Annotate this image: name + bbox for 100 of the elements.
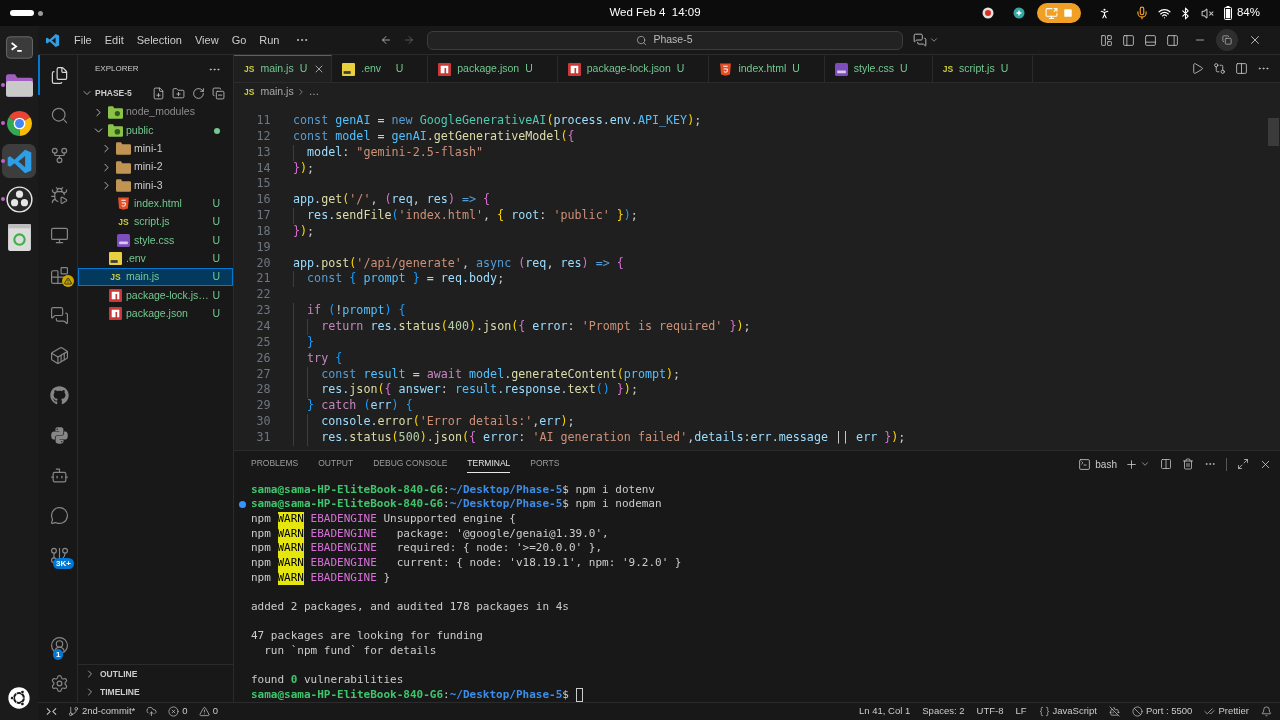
- npm-package-icon: [567, 62, 581, 76]
- record-icon[interactable]: [981, 7, 994, 19]
- split-terminal-icon[interactable]: [1160, 458, 1172, 470]
- panel-left-icon[interactable]: [1122, 33, 1135, 47]
- file-tree-item[interactable]: package-lock.js… U: [78, 286, 233, 305]
- maximize-icon[interactable]: [1237, 458, 1249, 470]
- command-center-search[interactable]: Phase-5: [426, 30, 903, 50]
- activity-bar-item[interactable]: 3K+: [38, 535, 78, 575]
- activity-bar-item[interactable]: 1: [38, 626, 78, 664]
- folder-tree-item[interactable]: node_modules: [78, 103, 233, 122]
- ring-logo-icon[interactable]: [8, 687, 30, 709]
- editor-tab[interactable]: JS script.js U: [932, 55, 1034, 82]
- new-file-icon[interactable]: [152, 86, 165, 100]
- status-bar-item[interactable]: UTF-8: [976, 704, 1004, 719]
- folder-tree-item[interactable]: mini-3: [78, 176, 233, 195]
- panel-tab[interactable]: PORTS: [530, 455, 560, 473]
- battery-percentage[interactable]: 84%: [1236, 4, 1260, 22]
- folder-tree-item[interactable]: public: [78, 121, 233, 140]
- battery-icon[interactable]: [1223, 6, 1232, 20]
- layout-icon[interactable]: [1100, 33, 1113, 47]
- file-tree-item[interactable]: JS script.js U: [78, 213, 233, 232]
- status-bar-item[interactable]: JavaScript: [1038, 704, 1097, 719]
- collapsed-section-header[interactable]: TIMELINE: [78, 683, 233, 701]
- add-icon[interactable]: [1125, 457, 1138, 471]
- split-editor-icon[interactable]: [1235, 62, 1248, 75]
- workspace-folder-header[interactable]: PHASE-5: [81, 86, 132, 100]
- close-icon[interactable]: [1248, 33, 1262, 47]
- code-editor-logo-icon: [45, 32, 60, 48]
- line-number: 19: [256, 239, 271, 256]
- menu-item[interactable]: Edit: [98, 29, 130, 51]
- status-bar-item[interactable]: [1108, 706, 1120, 717]
- chat-icon[interactable]: [912, 33, 927, 47]
- terminal-icon: [1078, 457, 1092, 471]
- caret-icon[interactable]: [928, 35, 939, 45]
- plus-circle-icon[interactable]: [1012, 7, 1025, 19]
- muted-speaker-icon[interactable]: [1200, 6, 1214, 20]
- folder-tree-item[interactable]: mini-2: [78, 158, 233, 177]
- terminal-profile-button[interactable]: bash: [1078, 456, 1117, 472]
- editor-tab[interactable]: package-lock.json U: [557, 55, 710, 82]
- file-tree-item[interactable]: style.css U: [78, 231, 233, 250]
- status-letter: U: [212, 269, 220, 285]
- code-line: app.get('/', (req, res) => {: [293, 192, 491, 209]
- file-tree-item[interactable]: JS main.js U: [78, 268, 233, 287]
- refresh-icon[interactable]: [192, 86, 205, 100]
- dock-launcher[interactable]: [2, 144, 36, 178]
- compare-icon[interactable]: [1213, 62, 1226, 75]
- menu-item[interactable]: View: [188, 29, 225, 51]
- file-tree-item[interactable]: package.json U: [78, 304, 233, 324]
- file-tree-item[interactable]: .env U: [78, 249, 233, 269]
- file-tree-item[interactable]: index.html U: [78, 194, 233, 214]
- html-file-icon: [719, 62, 733, 76]
- code-line: const result = await model.generateContent(prompt);: [293, 366, 681, 383]
- status-bar-item[interactable]: 0: [168, 704, 188, 719]
- menu-item[interactable]: File: [68, 29, 98, 51]
- status-bar-item[interactable]: [46, 706, 57, 717]
- panel-tab[interactable]: PROBLEMS: [251, 455, 299, 473]
- panel-tab[interactable]: OUTPUT: [318, 455, 354, 473]
- status-bar-item[interactable]: 0: [198, 704, 218, 719]
- code-line: if (!prompt) {: [293, 303, 406, 319]
- line-number: 11: [256, 113, 271, 129]
- scrollbar-thumb[interactable]: [1268, 118, 1279, 146]
- status-bar-item[interactable]: [146, 706, 158, 717]
- no-entry-icon: [1131, 706, 1143, 717]
- editor-tab[interactable]: JS main.js U: [234, 55, 333, 82]
- panel-tab[interactable]: TERMINAL: [467, 455, 511, 473]
- microphone-icon[interactable]: [1134, 6, 1149, 20]
- play-icon[interactable]: [1191, 62, 1204, 75]
- emblem-folder-icon: [108, 124, 123, 137]
- status-bar-item[interactable]: [1261, 706, 1272, 717]
- new-folder-icon[interactable]: [172, 86, 185, 100]
- caret-icon[interactable]: [1140, 459, 1150, 469]
- panel-bottom-icon[interactable]: [1144, 33, 1157, 47]
- workspace-indicator-icon[interactable]: [10, 10, 34, 16]
- breadcrumb-item[interactable]: main.js: [260, 84, 294, 100]
- editor-tab[interactable]: style.css U: [824, 55, 933, 82]
- back-arrow-icon[interactable]: [379, 34, 392, 46]
- editor-tab[interactable]: index.html U: [709, 55, 825, 82]
- editor-tab[interactable]: package.json U: [428, 55, 558, 82]
- status-bar-item[interactable]: 2nd-commit*: [68, 704, 136, 719]
- collapsed-section-header[interactable]: OUTLINE: [78, 665, 233, 683]
- trash-icon[interactable]: [1182, 458, 1194, 470]
- menu-item[interactable]: Selection: [130, 29, 188, 51]
- restore-button[interactable]: [1216, 29, 1238, 51]
- menu-item[interactable]: Run: [253, 29, 286, 51]
- status-bar-item[interactable]: Spaces: 2: [922, 704, 965, 719]
- status-bar-item[interactable]: Ln 41, Col 1: [859, 704, 911, 719]
- status-bar-item[interactable]: Prettier: [1204, 704, 1249, 719]
- menu-item[interactable]: Go: [225, 29, 253, 51]
- status-bar-item[interactable]: LF: [1015, 704, 1027, 719]
- code-line: }: [293, 334, 315, 351]
- panel-tab[interactable]: DEBUG CONSOLE: [373, 455, 448, 473]
- editor-tab[interactable]: .env U: [332, 55, 429, 82]
- collapse-all-icon[interactable]: [212, 86, 225, 100]
- breadcrumb-item[interactable]: …: [308, 84, 320, 100]
- wifi-icon[interactable]: [1157, 6, 1171, 20]
- status-bar-item[interactable]: Port : 5500: [1131, 704, 1193, 719]
- screen-share-pill[interactable]: [1036, 3, 1081, 23]
- clock[interactable]: Wed Feb 4 14:09: [609, 4, 701, 22]
- folder-tree-item[interactable]: mini-1: [78, 139, 233, 159]
- panel-right-icon[interactable]: [1166, 33, 1179, 47]
